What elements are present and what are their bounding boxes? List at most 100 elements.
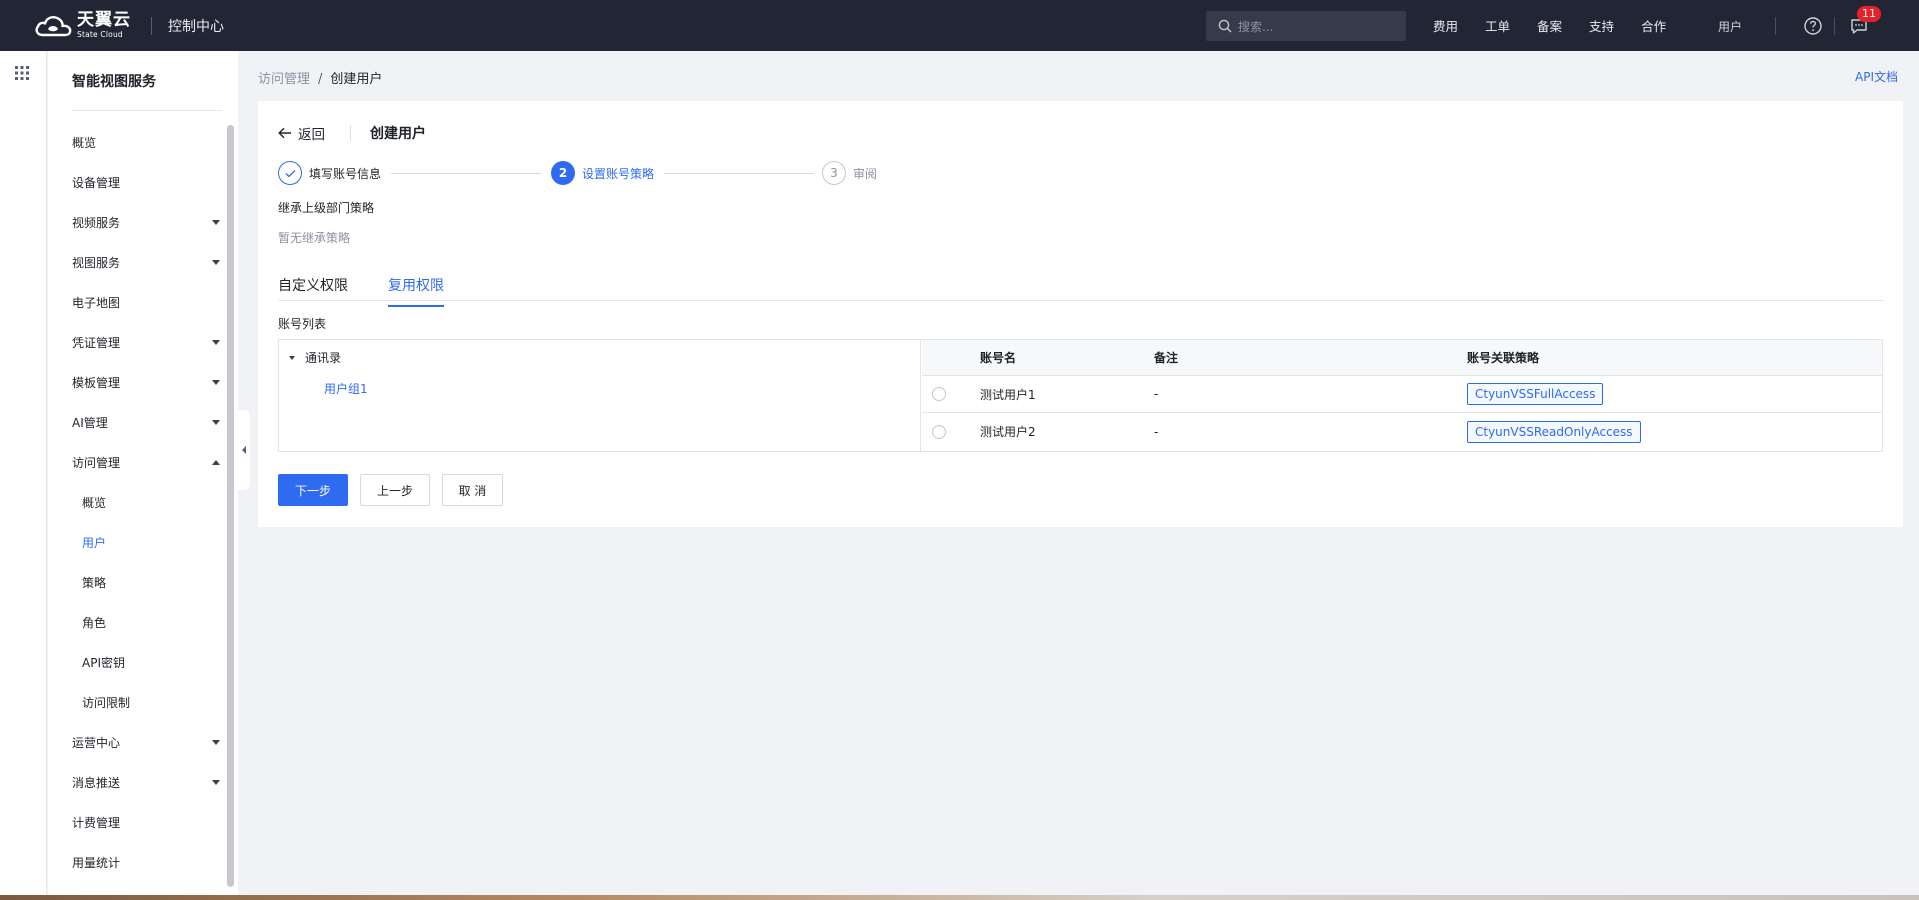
- search-icon: [1218, 19, 1232, 33]
- table-row: 测试用户2 - CtyunVSSReadOnlyAccess: [922, 413, 1882, 450]
- sidebar-item-operations-center[interactable]: 运营中心: [72, 732, 222, 752]
- top-nav-tickets[interactable]: 工单: [1485, 16, 1510, 35]
- step-2-number: 2: [551, 161, 575, 185]
- account-name: 测试用户1: [980, 387, 1036, 402]
- header-divider: [1775, 17, 1776, 35]
- account-note: -: [1154, 424, 1159, 439]
- arrow-left-icon: [278, 127, 291, 139]
- sidebar-item-policies[interactable]: 策略: [82, 572, 222, 592]
- column-header-account-name: 账号名: [980, 351, 1017, 365]
- tree-node-user-group-1[interactable]: 用户组1: [324, 380, 368, 397]
- chevron-left-icon: [242, 446, 246, 454]
- previous-step-button[interactable]: 上一步: [360, 474, 430, 506]
- tree-node-directory[interactable]: 通讯录: [289, 349, 341, 366]
- sidebar-divider: [72, 110, 222, 111]
- logo-text: 天翼云: [77, 10, 131, 31]
- logo[interactable]: 天翼云 State Cloud: [33, 0, 131, 51]
- search-placeholder: 搜索...: [1238, 19, 1274, 34]
- sidebar-collapse-button[interactable]: [238, 410, 250, 490]
- sidebar-item-e-map[interactable]: 电子地图: [72, 292, 222, 312]
- top-nav-filing[interactable]: 备案: [1537, 16, 1562, 35]
- search-input[interactable]: 搜索...: [1206, 11, 1406, 41]
- top-bar: 天翼云 State Cloud 控制中心 搜索... 费用 工单 备案 支持 合…: [0, 0, 1919, 51]
- cancel-button[interactable]: 取 消: [442, 474, 503, 506]
- back-button[interactable]: 返回: [278, 123, 325, 143]
- chevron-down-icon: [212, 259, 220, 265]
- chevron-down-icon: [212, 379, 220, 385]
- chevron-up-icon: [212, 459, 220, 465]
- sidebar-item-users[interactable]: 用户: [82, 532, 222, 552]
- account-table: 账号名 备注 账号关联策略 测试用户1 - CtyunVSSFullAccess…: [922, 340, 1882, 450]
- sidebar-item-overview[interactable]: 概览: [72, 132, 222, 152]
- check-icon: [278, 161, 302, 185]
- inherit-policy-empty: 暂无继承策略: [278, 231, 351, 245]
- row-radio[interactable]: [932, 424, 946, 439]
- notification-badge: 11: [1857, 6, 1881, 22]
- breadcrumb: 访问管理 / 创建用户: [258, 68, 382, 87]
- cloud-logo-icon: [35, 15, 72, 36]
- top-nav-partner[interactable]: 合作: [1641, 16, 1666, 35]
- sidebar-item-roles[interactable]: 角色: [82, 612, 222, 632]
- sidebar-item-usage-stats[interactable]: 用量统计: [72, 852, 222, 872]
- user-menu[interactable]: 用户: [1718, 18, 1742, 35]
- breadcrumb-separator: /: [318, 72, 323, 87]
- breadcrumb-parent[interactable]: 访问管理: [258, 72, 310, 87]
- sidebar-item-access-limits[interactable]: 访问限制: [82, 692, 222, 712]
- permission-tabs: 自定义权限 复用权限: [278, 267, 1883, 307]
- sidebar: 智能视图服务 概览 设备管理 视频服务 视图服务 电子地图 凭证管理 模板管理 …: [48, 51, 238, 895]
- table-row: 测试用户1 - CtyunVSSFullAccess: [922, 376, 1882, 413]
- account-note: -: [1154, 387, 1159, 401]
- desktop-background-strip: [0, 895, 1919, 900]
- sidebar-item-view-service[interactable]: 视图服务: [72, 252, 222, 272]
- next-step-button[interactable]: 下一步: [278, 474, 348, 506]
- left-rail: [0, 51, 47, 895]
- top-nav: 费用 工单 备案 支持 合作: [1433, 0, 1693, 51]
- chevron-down-icon: [212, 219, 220, 225]
- breadcrumb-current: 创建用户: [330, 72, 383, 87]
- sidebar-item-message-push[interactable]: 消息推送: [72, 772, 222, 792]
- sidebar-scrollbar[interactable]: [227, 125, 234, 887]
- table-header: 账号名 备注 账号关联策略: [922, 340, 1882, 376]
- sidebar-item-device-management[interactable]: 设备管理: [72, 172, 222, 192]
- tab-custom-permissions[interactable]: 自定义权限: [278, 275, 348, 305]
- step-1-label: 填写账号信息: [309, 166, 382, 181]
- step-2-label: 设置账号策略: [582, 166, 655, 181]
- back-label: 返回: [298, 127, 325, 143]
- sidebar-item-access-overview[interactable]: 概览: [82, 492, 222, 512]
- chevron-down-icon: [212, 419, 220, 425]
- page-title: 创建用户: [370, 126, 426, 142]
- chevron-down-icon: [212, 779, 220, 785]
- step-connector: [664, 173, 814, 174]
- top-nav-support[interactable]: 支持: [1589, 16, 1614, 35]
- step-3: 3 审阅: [822, 161, 877, 185]
- step-3-number: 3: [822, 161, 846, 185]
- row-radio[interactable]: [932, 387, 946, 401]
- sidebar-item-credentials[interactable]: 凭证管理: [72, 332, 222, 352]
- step-3-label: 审阅: [853, 166, 878, 181]
- apps-grid-icon[interactable]: [15, 66, 29, 80]
- inherit-policy-title: 继承上级部门策略: [278, 201, 375, 215]
- sidebar-item-api-keys[interactable]: API密钥: [82, 652, 222, 672]
- step-2: 2 设置账号策略: [551, 161, 654, 185]
- title-divider: [350, 125, 351, 141]
- policy-tag[interactable]: CtyunVSSFullAccess: [1467, 383, 1604, 405]
- step-connector: [391, 173, 541, 174]
- tab-reuse-permissions[interactable]: 复用权限: [388, 275, 444, 307]
- column-header-policy: 账号关联策略: [1467, 351, 1540, 365]
- api-doc-link[interactable]: API文档: [1855, 68, 1898, 85]
- console-title[interactable]: 控制中心: [168, 16, 224, 36]
- header-divider: [1834, 17, 1835, 35]
- policy-tag[interactable]: CtyunVSSReadOnlyAccess: [1467, 420, 1641, 443]
- account-name: 测试用户2: [980, 425, 1036, 439]
- column-header-note: 备注: [1154, 351, 1179, 365]
- sidebar-item-ai-management[interactable]: AI管理: [72, 412, 222, 432]
- directory-tree: 通讯录 用户组1: [279, 340, 921, 451]
- step-1: 填写账号信息: [278, 161, 381, 185]
- main-card: 返回 创建用户 填写账号信息 2 设置账号策略 3 审阅 继承上级部门策略 暂无…: [258, 101, 1903, 527]
- sidebar-item-billing[interactable]: 计费管理: [72, 812, 222, 832]
- sidebar-item-access-management[interactable]: 访问管理: [72, 452, 222, 472]
- sidebar-item-templates[interactable]: 模板管理: [72, 372, 222, 392]
- top-nav-billing[interactable]: 费用: [1433, 16, 1458, 35]
- sidebar-item-video-service[interactable]: 视频服务: [72, 212, 222, 232]
- help-icon[interactable]: [1803, 16, 1823, 36]
